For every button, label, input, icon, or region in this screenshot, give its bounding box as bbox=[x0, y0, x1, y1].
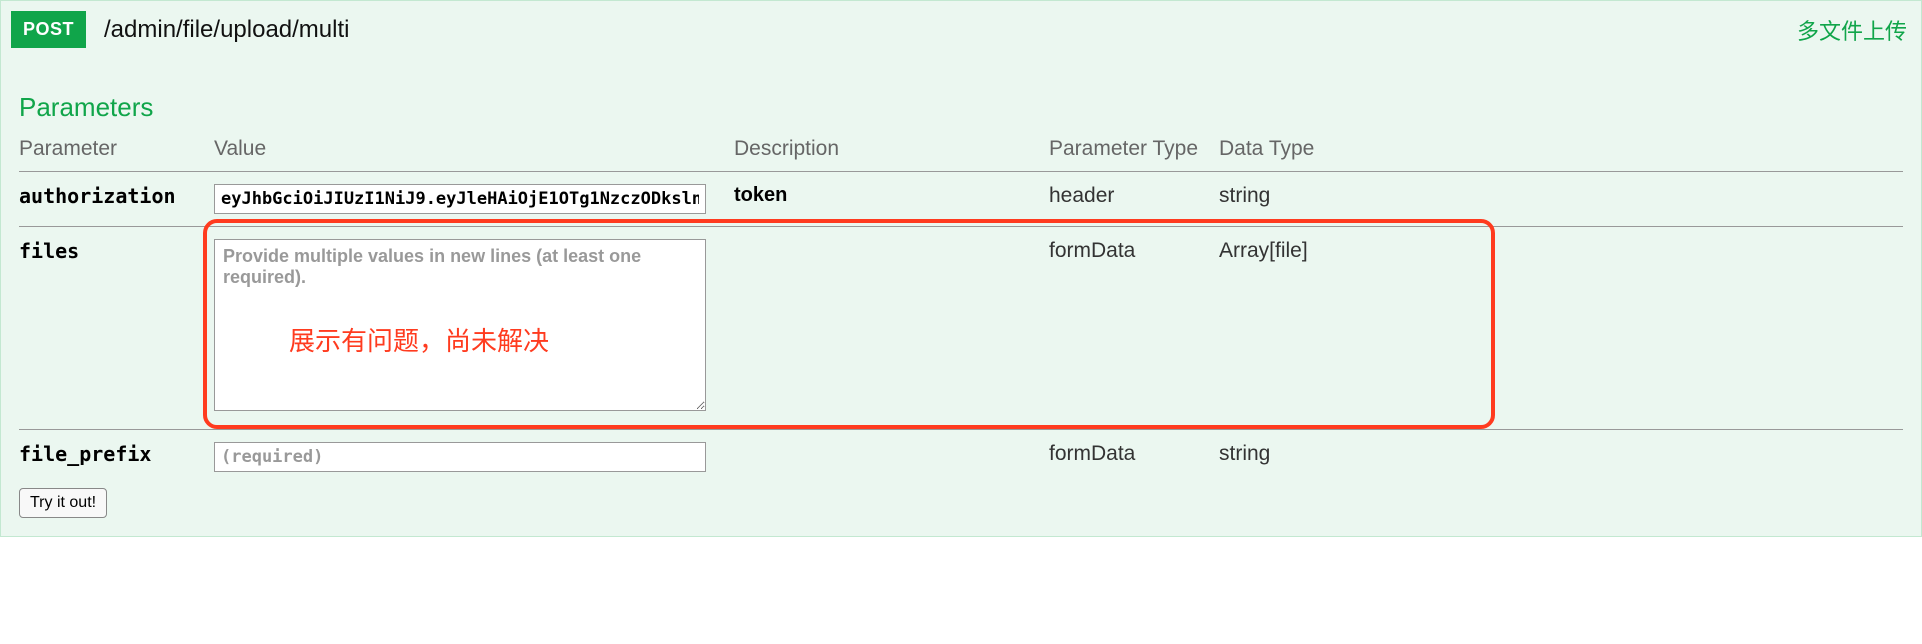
file-prefix-input[interactable] bbox=[214, 442, 706, 472]
api-operation-panel: POST /admin/file/upload/multi 多文件上传 Para… bbox=[0, 0, 1922, 537]
col-header-parameter-type: Parameter Type bbox=[1049, 129, 1219, 172]
parameters-heading: Parameters bbox=[19, 92, 1903, 123]
param-name-file-prefix: file_prefix bbox=[19, 442, 151, 466]
param-data-type: Array[file] bbox=[1219, 239, 1308, 262]
param-type: formData bbox=[1049, 442, 1135, 465]
operation-summary: 多文件上传 bbox=[1797, 14, 1907, 46]
col-header-value: Value bbox=[214, 129, 734, 172]
param-description: token bbox=[734, 184, 787, 206]
param-name-files: files bbox=[19, 239, 79, 263]
operation-header[interactable]: POST /admin/file/upload/multi 多文件上传 bbox=[1, 1, 1921, 58]
param-type: header bbox=[1049, 184, 1114, 207]
param-data-type: string bbox=[1219, 184, 1270, 207]
endpoint-path: /admin/file/upload/multi bbox=[104, 16, 1797, 44]
table-row: authorization token header string bbox=[19, 172, 1903, 227]
col-header-parameter: Parameter bbox=[19, 129, 214, 172]
table-row: files formData Array[file] bbox=[19, 227, 1903, 430]
col-header-description: Description bbox=[734, 129, 1049, 172]
authorization-input[interactable] bbox=[214, 184, 706, 214]
http-method-badge: POST bbox=[11, 11, 86, 48]
param-type: formData bbox=[1049, 239, 1135, 262]
parameters-table: Parameter Value Description Parameter Ty… bbox=[19, 129, 1903, 484]
operation-content: Parameters Parameter Value Description P… bbox=[1, 92, 1921, 536]
col-header-data-type: Data Type bbox=[1219, 129, 1903, 172]
files-input[interactable] bbox=[214, 239, 706, 411]
try-it-out-button[interactable]: Try it out! bbox=[19, 488, 107, 518]
table-row: file_prefix formData string bbox=[19, 430, 1903, 485]
param-data-type: string bbox=[1219, 442, 1270, 465]
param-name-authorization: authorization bbox=[19, 184, 176, 208]
